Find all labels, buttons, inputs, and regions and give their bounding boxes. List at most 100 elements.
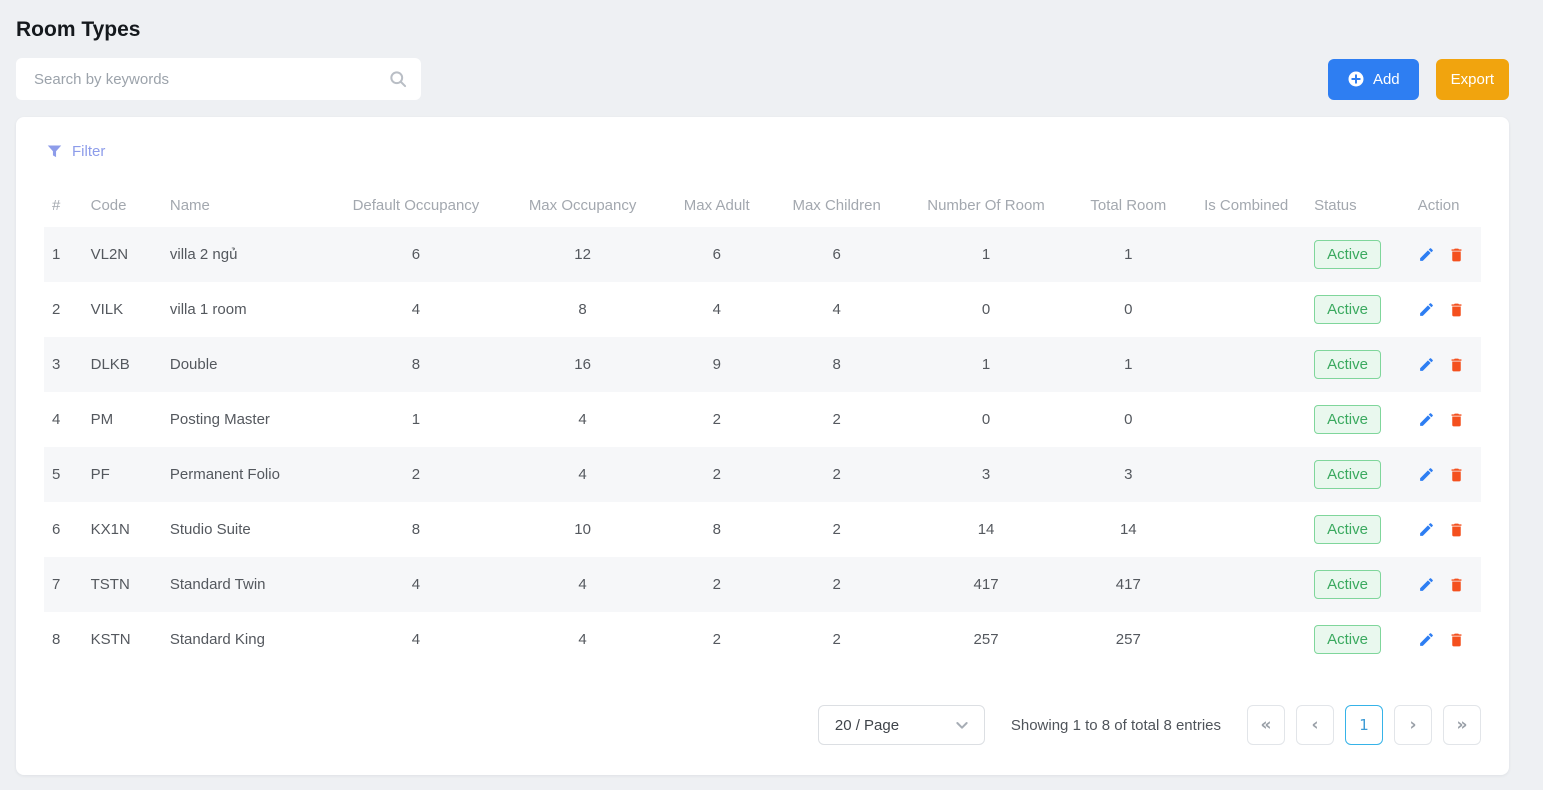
cell-status: Active xyxy=(1306,227,1410,282)
filter-label: Filter xyxy=(72,143,105,160)
cell-index: 3 xyxy=(44,337,83,392)
cell-total-room: 0 xyxy=(1070,392,1186,447)
column-header-name: Name xyxy=(162,184,329,227)
delete-icon[interactable] xyxy=(1448,631,1465,649)
cell-status: Active xyxy=(1306,502,1410,557)
cell-code: KSTN xyxy=(83,612,162,667)
delete-icon[interactable] xyxy=(1448,466,1465,484)
page-size-select[interactable]: 20 / Page xyxy=(818,705,985,745)
column-header-max-adult: Max Adult xyxy=(662,184,772,227)
cell-action xyxy=(1410,227,1481,282)
edit-icon[interactable] xyxy=(1418,301,1435,318)
plus-circle-icon xyxy=(1347,70,1365,88)
cell-index: 4 xyxy=(44,392,83,447)
cell-max-adult: 2 xyxy=(662,392,772,447)
toolbar: Add Export xyxy=(16,58,1509,100)
cell-status: Active xyxy=(1306,337,1410,392)
cell-name: Standard Twin xyxy=(162,557,329,612)
cell-number-of-room: 14 xyxy=(902,502,1071,557)
cell-number-of-room: 3 xyxy=(902,447,1071,502)
cell-status: Active xyxy=(1306,612,1410,667)
cell-code: KX1N xyxy=(83,502,162,557)
export-button[interactable]: Export xyxy=(1436,59,1509,100)
last-page-button[interactable]: » xyxy=(1443,705,1481,745)
status-badge: Active xyxy=(1314,460,1381,489)
page-button-1[interactable]: 1 xyxy=(1345,705,1383,745)
cell-max-children: 2 xyxy=(772,502,902,557)
first-page-button[interactable]: « xyxy=(1247,705,1285,745)
cell-index: 1 xyxy=(44,227,83,282)
next-page-button[interactable]: › xyxy=(1394,705,1432,745)
room-types-page: Room Types Add Ex xyxy=(0,0,1543,790)
cell-max-adult: 2 xyxy=(662,612,772,667)
column-header-is-combined: Is Combined xyxy=(1186,184,1306,227)
table-row: 6 KX1N Studio Suite 8 10 8 2 14 14 Activ… xyxy=(44,502,1481,557)
pagination: « ‹ 1 › » xyxy=(1247,705,1481,745)
cell-max-occupancy: 4 xyxy=(503,557,662,612)
search-input[interactable] xyxy=(16,58,421,100)
edit-icon[interactable] xyxy=(1418,521,1435,538)
cell-code: PM xyxy=(83,392,162,447)
cell-total-room: 417 xyxy=(1070,557,1186,612)
cell-max-adult: 2 xyxy=(662,447,772,502)
cell-max-occupancy: 4 xyxy=(503,447,662,502)
edit-icon[interactable] xyxy=(1418,246,1435,263)
edit-icon[interactable] xyxy=(1418,466,1435,483)
cell-total-room: 14 xyxy=(1070,502,1186,557)
edit-icon[interactable] xyxy=(1418,356,1435,373)
cell-number-of-room: 0 xyxy=(902,392,1071,447)
cell-name: Double xyxy=(162,337,329,392)
delete-icon[interactable] xyxy=(1448,521,1465,539)
cell-action xyxy=(1410,282,1481,337)
status-badge: Active xyxy=(1314,295,1381,324)
filter-toggle[interactable]: Filter xyxy=(46,143,105,160)
delete-icon[interactable] xyxy=(1448,411,1465,429)
cell-name: Posting Master xyxy=(162,392,329,447)
cell-status: Active xyxy=(1306,557,1410,612)
add-button-label: Add xyxy=(1373,71,1400,88)
status-badge: Active xyxy=(1314,570,1381,599)
cell-max-occupancy: 16 xyxy=(503,337,662,392)
column-header-max-children: Max Children xyxy=(772,184,902,227)
cell-max-children: 2 xyxy=(772,447,902,502)
delete-icon[interactable] xyxy=(1448,576,1465,594)
cell-default-occupancy: 8 xyxy=(329,502,504,557)
toolbar-buttons: Add Export xyxy=(1328,59,1509,100)
cell-number-of-room: 1 xyxy=(902,337,1071,392)
add-button[interactable]: Add xyxy=(1328,59,1419,100)
cell-name: villa 2 ngủ xyxy=(162,227,329,282)
cell-default-occupancy: 1 xyxy=(329,392,504,447)
cell-max-occupancy: 8 xyxy=(503,282,662,337)
table-row: 4 PM Posting Master 1 4 2 2 0 0 Active xyxy=(44,392,1481,447)
column-header-number-of-room: Number Of Room xyxy=(902,184,1071,227)
cell-max-children: 4 xyxy=(772,282,902,337)
cell-action xyxy=(1410,447,1481,502)
cell-name: Permanent Folio xyxy=(162,447,329,502)
edit-icon[interactable] xyxy=(1418,576,1435,593)
cell-default-occupancy: 2 xyxy=(329,447,504,502)
cell-max-adult: 2 xyxy=(662,557,772,612)
table-row: 5 PF Permanent Folio 2 4 2 2 3 3 Active xyxy=(44,447,1481,502)
delete-icon[interactable] xyxy=(1448,356,1465,374)
cell-number-of-room: 1 xyxy=(902,227,1071,282)
delete-icon[interactable] xyxy=(1448,246,1465,264)
cell-index: 6 xyxy=(44,502,83,557)
edit-icon[interactable] xyxy=(1418,631,1435,648)
cell-index: 5 xyxy=(44,447,83,502)
cell-code: TSTN xyxy=(83,557,162,612)
cell-max-children: 6 xyxy=(772,227,902,282)
cell-status: Active xyxy=(1306,392,1410,447)
delete-icon[interactable] xyxy=(1448,301,1465,319)
status-badge: Active xyxy=(1314,515,1381,544)
edit-icon[interactable] xyxy=(1418,411,1435,428)
cell-default-occupancy: 6 xyxy=(329,227,504,282)
cell-action xyxy=(1410,392,1481,447)
cell-number-of-room: 417 xyxy=(902,557,1071,612)
cell-action xyxy=(1410,557,1481,612)
column-header-total-room: Total Room xyxy=(1070,184,1186,227)
column-header--: # xyxy=(44,184,83,227)
cell-code: VL2N xyxy=(83,227,162,282)
cell-code: VILK xyxy=(83,282,162,337)
cell-default-occupancy: 8 xyxy=(329,337,504,392)
prev-page-button[interactable]: ‹ xyxy=(1296,705,1334,745)
